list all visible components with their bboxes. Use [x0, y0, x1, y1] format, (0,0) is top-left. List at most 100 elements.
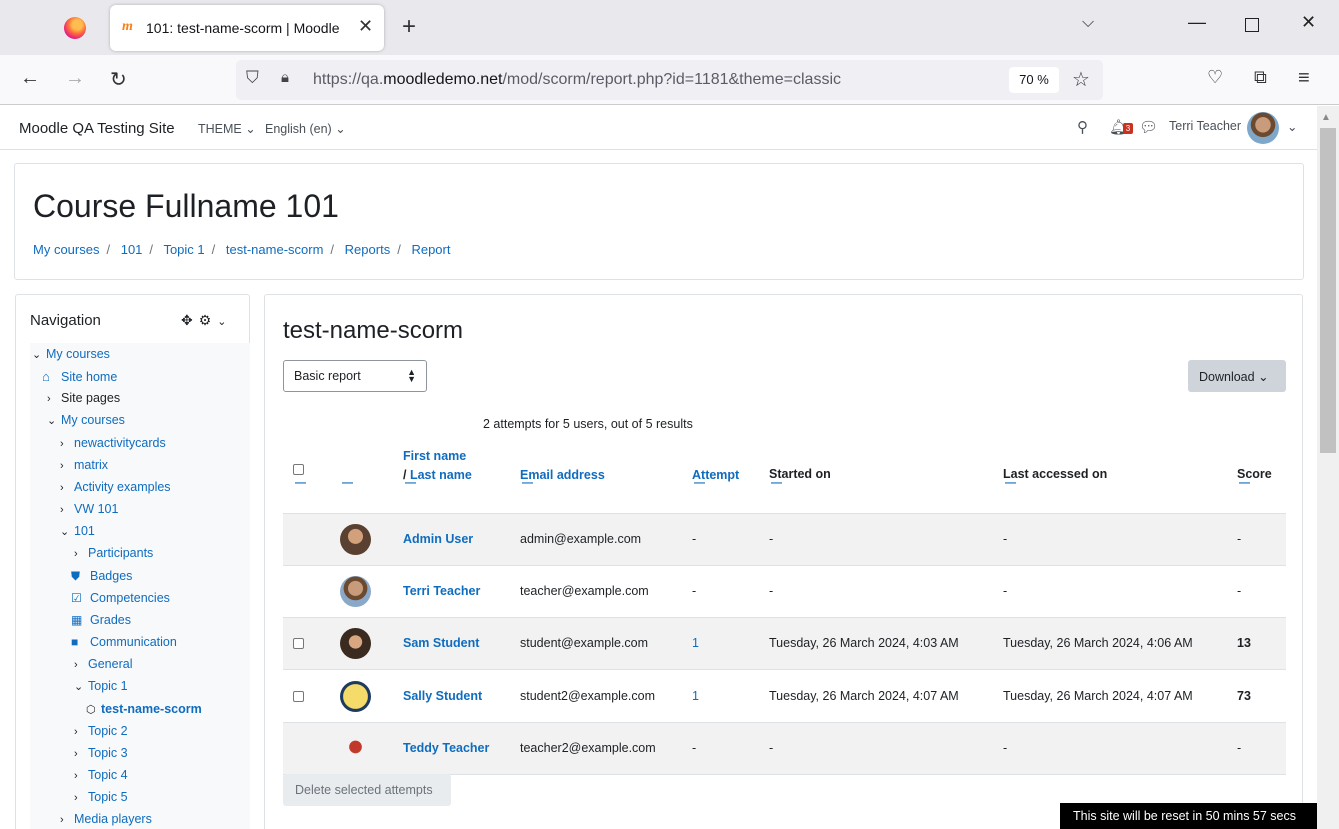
minimize-icon[interactable]: — [1188, 12, 1206, 33]
tree-item-communication[interactable]: ■ Communication [71, 635, 177, 649]
forward-icon[interactable]: → [65, 67, 85, 90]
tree-item-topic-4[interactable]: › Topic 4 [74, 768, 128, 782]
report-type-select[interactable]: Basic report ▲ ▼ [283, 360, 427, 392]
hide-column-icon[interactable]: — [1005, 477, 1016, 489]
tree-item-general[interactable]: › General [74, 657, 132, 671]
select-arrows-icon: ▲ ▼ [407, 367, 416, 384]
search-icon[interactable]: ⚲ [1077, 118, 1088, 136]
table-row: Terri Teacher teacher@example.com - - - … [283, 566, 1286, 618]
tree-item-my-courses-2[interactable]: ⌄ My courses [47, 413, 125, 427]
site-name[interactable]: Moodle QA Testing Site [19, 120, 175, 137]
started-on-cell: - [769, 584, 774, 598]
breadcrumb-report[interactable]: Report [411, 242, 450, 257]
scroll-up-icon[interactable]: ▲ [1321, 112, 1331, 123]
user-name-link[interactable]: Admin User [403, 532, 473, 546]
last-accessed-header[interactable]: Last accessed on [1003, 465, 1107, 484]
last-accessed-cell: Tuesday, 26 March 2024, 4:07 AM [1003, 689, 1193, 703]
last-accessed-cell: Tuesday, 26 March 2024, 4:06 AM [1003, 636, 1193, 650]
menu-icon[interactable]: ≡ [1298, 67, 1310, 90]
pocket-icon[interactable]: ♡ [1207, 67, 1223, 88]
last-accessed-cell: - [1003, 532, 1008, 546]
chevron-down-icon[interactable]: ⌵ [1082, 14, 1094, 32]
avatar[interactable] [340, 628, 371, 659]
select-all-checkbox[interactable] [293, 464, 304, 475]
user-name[interactable]: Terri Teacher [1169, 119, 1241, 133]
maximize-icon[interactable] [1245, 18, 1259, 32]
lock-icon[interactable]: 🔒︎ [281, 69, 289, 86]
new-tab-icon[interactable]: + [402, 13, 416, 41]
bookmark-star-icon[interactable]: ☆ [1072, 67, 1090, 92]
tree-item-topic-2[interactable]: › Topic 2 [74, 724, 128, 738]
breadcrumb-reports[interactable]: Reports [345, 242, 391, 257]
tree-item-participants[interactable]: › Participants [74, 546, 153, 560]
move-icon[interactable]: ✥ [181, 312, 199, 328]
delete-selected-button[interactable]: Delete selected attempts [283, 774, 451, 806]
chevron-right-icon: › [74, 726, 78, 738]
user-name-link[interactable]: Sally Student [403, 689, 482, 703]
breadcrumb-101[interactable]: 101 [121, 242, 143, 257]
chevron-down-icon[interactable]: ⌄ [217, 316, 232, 328]
avatar[interactable] [340, 576, 371, 607]
tree-item-topic-5[interactable]: › Topic 5 [74, 790, 128, 804]
tree-item-site-pages[interactable]: › Site pages [47, 391, 120, 405]
tree-item-newactivitycards[interactable]: › newactivitycards [60, 436, 166, 450]
hide-column-icon[interactable]: — [342, 477, 353, 489]
attempt-link[interactable]: 1 [692, 636, 699, 650]
hide-column-icon[interactable]: — [405, 477, 416, 489]
avatar[interactable] [1247, 112, 1279, 144]
shield-icon[interactable]: ⛉ [246, 68, 259, 88]
reload-icon[interactable]: ↻ [110, 67, 127, 92]
tree-item-site-home[interactable]: ⌂ Site home [42, 369, 117, 384]
user-name-link[interactable]: Sam Student [403, 636, 479, 650]
chevron-down-icon[interactable]: ⌄ [1287, 119, 1297, 134]
chevron-down-icon: ⌄ [47, 415, 57, 427]
attempt-link[interactable]: 1 [692, 689, 699, 703]
hide-column-icon[interactable]: — [1239, 477, 1250, 489]
download-button[interactable]: Download ⌄ [1188, 360, 1286, 392]
browser-tab[interactable]: m 101: test-name-scorm | Moodle ✕ [110, 5, 384, 51]
language-menu[interactable]: English (en) ⌄ [265, 121, 346, 136]
avatar[interactable] [340, 524, 371, 555]
hide-column-icon[interactable]: — [522, 477, 533, 489]
tree-item-101[interactable]: ⌄ 101 [60, 524, 95, 538]
tree-item-matrix[interactable]: › matrix [60, 458, 108, 472]
avatar[interactable] [340, 681, 371, 712]
tree-item-competencies[interactable]: ☑ Competencies [71, 591, 170, 605]
avatar[interactable] [340, 733, 371, 764]
address-bar[interactable]: ⛉ 🔒︎ https://qa.moodledemo.net/mod/scorm… [236, 60, 1103, 100]
message-icon[interactable]: 💬︎ [1139, 118, 1158, 136]
hide-column-icon[interactable]: — [694, 477, 705, 489]
tree-item-topic-3[interactable]: › Topic 3 [74, 746, 128, 760]
breadcrumb-test-name-scorm[interactable]: test-name-scorm [226, 242, 324, 257]
table-row: Admin User admin@example.com - - - - [283, 514, 1286, 566]
gear-icon[interactable]: ⚙ [199, 312, 218, 328]
tree-item-grades[interactable]: ▦ Grades [71, 613, 131, 627]
close-window-icon[interactable]: ✕ [1301, 12, 1316, 33]
zoom-level[interactable]: 70 % [1009, 67, 1059, 93]
breadcrumb-topic-1[interactable]: Topic 1 [163, 242, 204, 257]
tree-item-my-courses[interactable]: ⌄ My courses [32, 347, 110, 361]
extensions-icon[interactable]: ⧉ [1254, 67, 1267, 88]
scrollbar-thumb[interactable] [1320, 128, 1336, 453]
tree-item-badges[interactable]: ⛊ Badges [71, 569, 132, 584]
tree-item-test-name-scorm[interactable]: ⬡ test-name-scorm [86, 702, 202, 716]
tree-item-activity-examples[interactable]: › Activity examples [60, 480, 171, 494]
chevron-right-icon: › [74, 748, 78, 760]
tree-item-topic-1[interactable]: ⌄ Topic 1 [74, 679, 128, 693]
row-checkbox[interactable] [293, 638, 304, 649]
package-icon: ⬡ [86, 704, 96, 716]
tree-item-vw-101[interactable]: › VW 101 [60, 502, 118, 516]
tree-item-media-players[interactable]: › Media players [60, 812, 152, 826]
close-tab-icon[interactable]: ✕ [358, 16, 373, 37]
user-name-link[interactable]: Terri Teacher [403, 584, 480, 598]
hide-column-icon[interactable]: — [771, 477, 782, 489]
theme-menu[interactable]: THEME ⌄ [198, 121, 256, 136]
url-text[interactable]: https://qa.moodledemo.net/mod/scorm/repo… [313, 71, 841, 89]
firefox-icon[interactable] [64, 17, 86, 39]
hide-column-icon[interactable]: — [295, 477, 306, 489]
row-checkbox[interactable] [293, 691, 304, 702]
back-icon[interactable]: ← [20, 67, 40, 90]
user-name-link[interactable]: Teddy Teacher [403, 741, 489, 755]
table-header: — — First name / Last name — Email addres… [283, 437, 1286, 514]
breadcrumb-my-courses[interactable]: My courses [33, 242, 99, 257]
